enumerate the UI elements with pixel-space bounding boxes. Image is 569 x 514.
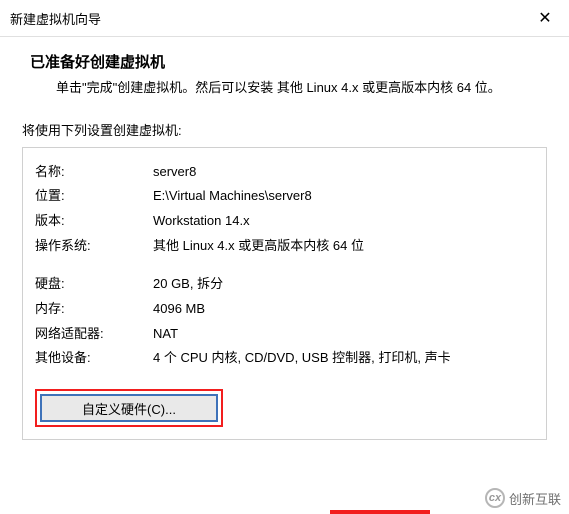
name-label: 名称: bbox=[35, 160, 153, 185]
location-value: E:\Virtual Machines\server8 bbox=[153, 184, 534, 209]
customize-hardware-button[interactable]: 自定义硬件(C)... bbox=[40, 394, 218, 422]
table-row: 位置: E:\Virtual Machines\server8 bbox=[35, 184, 534, 209]
wizard-header: 已准备好创建虚拟机 单击"完成"创建虚拟机。然后可以安装 其他 Linux 4.… bbox=[0, 37, 569, 106]
disk-label: 硬盘: bbox=[35, 272, 153, 297]
page-title: 已准备好创建虚拟机 bbox=[30, 51, 539, 72]
watermark-text: 创新互联 bbox=[509, 489, 561, 508]
watermark-logo-icon: cx bbox=[485, 488, 505, 508]
settings-summary-box: 名称: server8 位置: E:\Virtual Machines\serv… bbox=[22, 147, 547, 441]
network-label: 网络适配器: bbox=[35, 322, 153, 347]
other-label: 其他设备: bbox=[35, 346, 153, 371]
location-label: 位置: bbox=[35, 184, 153, 209]
table-row: 其他设备: 4 个 CPU 内核, CD/DVD, USB 控制器, 打印机, … bbox=[35, 346, 534, 371]
version-label: 版本: bbox=[35, 209, 153, 234]
close-icon[interactable]: ✕ bbox=[533, 6, 557, 30]
other-value: 4 个 CPU 内核, CD/DVD, USB 控制器, 打印机, 声卡 bbox=[153, 346, 534, 371]
table-row: 硬盘: 20 GB, 拆分 bbox=[35, 272, 534, 297]
name-value: server8 bbox=[153, 160, 534, 185]
window-title: 新建虚拟机向导 bbox=[10, 9, 101, 28]
table-row: 内存: 4096 MB bbox=[35, 297, 534, 322]
titlebar: 新建虚拟机向导 ✕ bbox=[0, 0, 569, 37]
customize-button-highlight: 自定义硬件(C)... bbox=[35, 389, 223, 427]
os-value: 其他 Linux 4.x 或更高版本内核 64 位 bbox=[153, 234, 534, 259]
memory-label: 内存: bbox=[35, 297, 153, 322]
table-row: 操作系统: 其他 Linux 4.x 或更高版本内核 64 位 bbox=[35, 234, 534, 259]
disk-value: 20 GB, 拆分 bbox=[153, 272, 534, 297]
table-row: 版本: Workstation 14.x bbox=[35, 209, 534, 234]
table-row: 网络适配器: NAT bbox=[35, 322, 534, 347]
version-value: Workstation 14.x bbox=[153, 209, 534, 234]
watermark: cx 创新互联 bbox=[485, 488, 561, 508]
bottom-highlight-bar bbox=[330, 510, 430, 514]
network-value: NAT bbox=[153, 322, 534, 347]
settings-section-label: 将使用下列设置创建虚拟机: bbox=[0, 106, 569, 143]
memory-value: 4096 MB bbox=[153, 297, 534, 322]
os-label: 操作系统: bbox=[35, 234, 153, 259]
page-subtitle: 单击"完成"创建虚拟机。然后可以安装 其他 Linux 4.x 或更高版本内核 … bbox=[30, 78, 539, 98]
table-row: 名称: server8 bbox=[35, 160, 534, 185]
